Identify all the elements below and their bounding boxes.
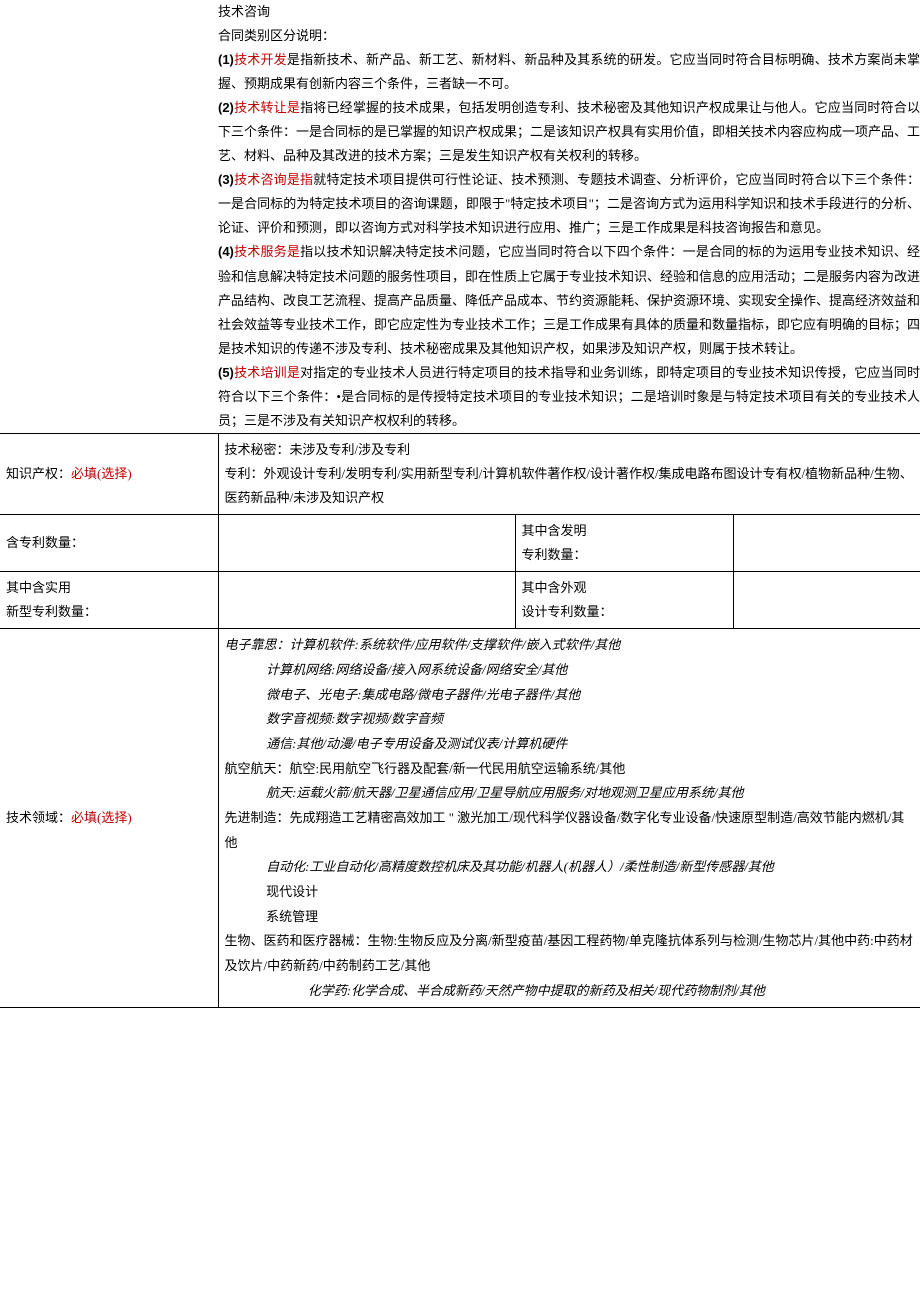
num-4: (4) bbox=[218, 244, 234, 259]
domain-l9: 自动化:工业自动化/高精度数控机床及其功能/机器人(机器人）/柔性制造/新型传感… bbox=[225, 855, 915, 880]
num-2: (2) bbox=[218, 100, 234, 115]
domain-l5: 通信:其他/动漫/电子专用设备及测试仪表/计算机硬件 bbox=[225, 732, 915, 757]
cell-domain-label: 技术领域：必填(选择) bbox=[0, 629, 218, 1008]
cell-domain-value: 电子靠思：计算机软件:系统软件/应用软件/支撑软件/嵌入式软件/其他 计算机网络… bbox=[218, 629, 920, 1008]
rest-4: 指以技术知识解决特定技术问题，它应当同时符合以下四个条件：一是合同的标的为运用专… bbox=[218, 244, 920, 355]
intro-line-1: 合同类别区分说明： bbox=[218, 24, 920, 48]
num-5: (5) bbox=[218, 365, 234, 380]
domain-l1: 电子靠思：计算机软件:系统软件/应用软件/支撑软件/嵌入式软件/其他 bbox=[225, 633, 915, 658]
ip-label-main: 知识产权： bbox=[6, 466, 71, 481]
domain-l6-text: 航空航天：航空:民用航空飞行器及配套/新一代民用航空运输系统/其他 bbox=[225, 761, 626, 776]
cell-patent-design-value[interactable] bbox=[733, 572, 920, 629]
domain-l7: 航天:运载火箭/航天器/卫星通信应用/卫星导航应用服务/对地观测卫星应用系统/其… bbox=[225, 781, 915, 806]
domain-l3: 微电子、光电子:集成电路/微电子器件/光电子器件/其他 bbox=[225, 683, 915, 708]
intro-description: 技术咨询 合同类别区分说明： (1)技术开发是指新技术、新产品、新工艺、新材料、… bbox=[0, 0, 920, 433]
term-3: 技术咨询是指 bbox=[234, 172, 313, 187]
cell-patent-design-label: 其中含外观 设计专利数量： bbox=[515, 572, 733, 629]
row-ip: 知识产权：必填(选择) 技术秘密：未涉及专利/涉及专利 专利：外观设计专利/发明… bbox=[0, 433, 920, 514]
domain-l2: 计算机网络:网络设备/接入网系统设备/网络安全/其他 bbox=[225, 658, 915, 683]
intro-line-0: 技术咨询 bbox=[218, 0, 920, 24]
domain-l4: 数字音视频:数字视频/数字音频 bbox=[225, 707, 915, 732]
domain-l12: 生物、医药和医疗器械：生物:生物反应及分离/新型疫苗/基因工程药物/单克隆抗体系… bbox=[225, 929, 915, 978]
cell-ip-value: 技术秘密：未涉及专利/涉及专利 专利：外观设计专利/发明专利/实用新型专利/计算… bbox=[218, 433, 920, 514]
cell-patent-count-value[interactable] bbox=[218, 514, 515, 571]
cell-ip-label: 知识产权：必填(选择) bbox=[0, 433, 218, 514]
num-3: (3) bbox=[218, 172, 234, 187]
cell-patent-util-label: 其中含实用 新型专利数量： bbox=[0, 572, 218, 629]
domain-label-req: 必填(选择) bbox=[71, 810, 132, 825]
ip-label-req: 必填(选择) bbox=[71, 466, 132, 481]
domain-l6: 航空航天：航空:民用航空飞行器及配套/新一代民用航空运输系统/其他 bbox=[225, 757, 915, 782]
intro-paragraph-2: (2)技术转让是指将已经掌握的技术成果，包括发明创造专利、技术秘密及其他知识产权… bbox=[218, 96, 920, 168]
term-5: 技术培训是 bbox=[234, 365, 300, 380]
cell-patent-count-label: 含专利数量： bbox=[0, 514, 218, 571]
intro-paragraph-4: (4)技术服务是指以技术知识解决特定技术问题，它应当同时符合以下四个条件：一是合… bbox=[218, 240, 920, 360]
domain-l13: 化学药:化学合成、半合成新药/天然产物中提取的新药及相关/现代药物制剂/其他 bbox=[225, 979, 915, 1004]
row-patent-count: 含专利数量： 其中含发明 专利数量： bbox=[0, 514, 920, 571]
form-table: 知识产权：必填(选择) 技术秘密：未涉及专利/涉及专利 专利：外观设计专利/发明… bbox=[0, 433, 920, 1009]
term-1: 技术开发 bbox=[234, 52, 287, 67]
row-domain: 技术领域：必填(选择) 电子靠思：计算机软件:系统软件/应用软件/支撑软件/嵌入… bbox=[0, 629, 920, 1008]
term-4: 技术服务是 bbox=[234, 244, 300, 259]
cell-patent-util-value[interactable] bbox=[218, 572, 515, 629]
rest-3: 就特定技术项目提供可行性论证、技术预测、专题技术调查、分析评价，它应当同时符合以… bbox=[218, 172, 920, 235]
domain-label-main: 技术领域： bbox=[6, 810, 71, 825]
term-2: 技术转让是 bbox=[234, 100, 300, 115]
num-1: (1) bbox=[218, 52, 234, 67]
rest-5: 对指定的专业技术人员进行特定项目的技术指导和业务训练，即特定项目的专业技术知识传… bbox=[218, 365, 920, 428]
intro-paragraph-1: (1)技术开发是指新技术、新产品、新工艺、新材料、新品种及其系统的研发。它应当同… bbox=[218, 48, 920, 96]
page-content: 技术咨询 合同类别区分说明： (1)技术开发是指新技术、新产品、新工艺、新材料、… bbox=[0, 0, 920, 1008]
cell-patent-inv-label: 其中含发明 专利数量： bbox=[515, 514, 733, 571]
cell-patent-inv-value[interactable] bbox=[733, 514, 920, 571]
domain-l8: 先进制造：先成翔造工艺精密高效加工 " 激光加工/现代科学仪器设备/数字化专业设… bbox=[225, 806, 915, 855]
rest-2: 指将已经掌握的技术成果，包括发明创造专利、技术秘密及其他知识产权成果让与他人。它… bbox=[218, 100, 920, 163]
intro-paragraph-5: (5)技术培训是对指定的专业技术人员进行特定项目的技术指导和业务训练，即特定项目… bbox=[218, 361, 920, 433]
domain-l11: 系统管理 bbox=[225, 905, 915, 930]
rest-1: 是指新技术、新产品、新工艺、新材料、新品种及其系统的研发。它应当同时符合目标明确… bbox=[218, 52, 920, 91]
intro-paragraph-3: (3)技术咨询是指就特定技术项目提供可行性论证、技术预测、专题技术调查、分析评价… bbox=[218, 168, 920, 240]
row-patent-util: 其中含实用 新型专利数量： 其中含外观 设计专利数量： bbox=[0, 572, 920, 629]
domain-l10: 现代设计 bbox=[225, 880, 915, 905]
